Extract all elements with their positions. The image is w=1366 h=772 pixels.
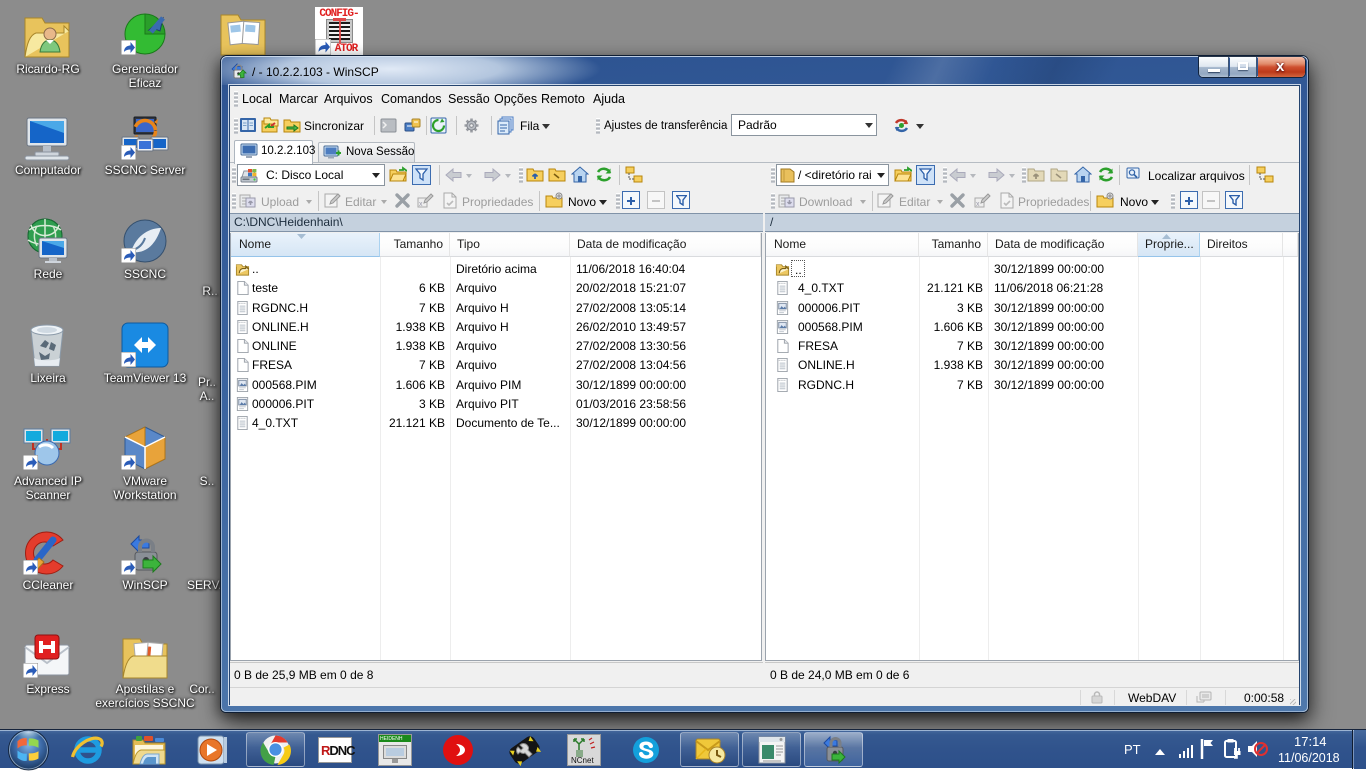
svg-text:x: x — [419, 201, 423, 208]
svg-text:x: x — [976, 201, 980, 208]
